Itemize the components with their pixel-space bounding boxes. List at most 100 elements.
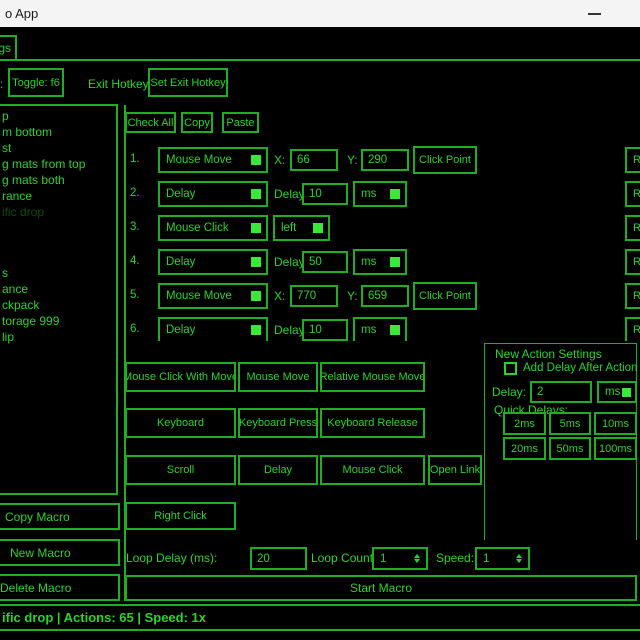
remove-action-button[interactable]: R: [625, 181, 640, 207]
status-bar-top-divider: [0, 604, 640, 606]
titlebar: o App: [0, 0, 640, 27]
loop-delay-label: Loop Delay (ms):: [126, 551, 217, 565]
add-scroll-button[interactable]: Scroll: [125, 455, 236, 485]
add-keyboard-release-button[interactable]: Keyboard Release: [320, 408, 425, 438]
set-exit-hotkey-button[interactable]: Set Exit Hotkey: [148, 68, 228, 97]
spinner-down-icon[interactable]: [516, 559, 522, 563]
spinner-down-icon[interactable]: [414, 559, 420, 563]
x-input[interactable]: 66: [290, 149, 338, 171]
delay-input[interactable]: 50: [302, 251, 348, 273]
delay-input[interactable]: 10: [302, 319, 348, 341]
action-type-dropdown[interactable]: Mouse Move: [158, 283, 268, 309]
tab-strip-divider: [0, 59, 640, 61]
action-number: 1.: [130, 153, 140, 165]
copy-button[interactable]: Copy: [181, 112, 213, 133]
dropdown-indicator-icon: [390, 189, 400, 199]
new-action-settings-title: New Action Settings: [495, 347, 602, 361]
action-type-dropdown[interactable]: Delay: [158, 181, 268, 207]
window-title: o App: [5, 6, 38, 21]
action-number: 6.: [130, 323, 140, 335]
action-number: 2.: [130, 187, 140, 199]
toggle-hotkey-button[interactable]: Toggle: f6: [8, 68, 64, 97]
action-row-3: 3. Mouse Click left R: [0, 215, 640, 241]
check-all-button[interactable]: Check All: [125, 112, 176, 133]
loop-count-stepper[interactable]: 1: [372, 547, 428, 570]
delay-label: Delay: [274, 323, 305, 337]
y-input[interactable]: 659: [361, 285, 409, 307]
delay-unit-dropdown[interactable]: ms: [353, 181, 407, 207]
spinner-up-icon[interactable]: [414, 554, 420, 558]
settings-delay-input[interactable]: 2: [530, 381, 592, 403]
add-delay-button[interactable]: Delay: [238, 455, 318, 485]
mouse-button-dropdown[interactable]: left: [273, 215, 330, 241]
quick-delay-10ms-button[interactable]: 10ms: [594, 412, 637, 435]
action-type-dropdown[interactable]: Mouse Move: [158, 147, 268, 173]
y-label: Y:: [347, 289, 358, 303]
action-type-dropdown[interactable]: Mouse Click: [158, 215, 268, 241]
add-mouse-move-button[interactable]: Mouse Move: [238, 362, 318, 392]
dropdown-indicator-icon: [251, 223, 261, 233]
remove-action-button[interactable]: R: [625, 147, 640, 173]
add-mouse-click-button[interactable]: Mouse Click: [320, 455, 425, 485]
delay-unit-dropdown[interactable]: ms: [353, 249, 407, 275]
action-type-dropdown[interactable]: Delay: [158, 249, 268, 275]
click-point-button[interactable]: Click Point: [413, 282, 477, 310]
remove-action-button[interactable]: R: [625, 283, 640, 309]
x-input[interactable]: 770: [290, 285, 338, 307]
quick-delay-5ms-button[interactable]: 5ms: [549, 412, 591, 435]
quick-delay-2ms-button[interactable]: 2ms: [503, 412, 546, 435]
action-row-2: 2. Delay Delay 10 ms R: [0, 181, 640, 207]
x-label: X:: [274, 289, 285, 303]
start-macro-button[interactable]: Start Macro: [125, 575, 637, 601]
speed-label: Speed:: [436, 551, 474, 565]
quick-delay-100ms-button[interactable]: 100ms: [594, 437, 637, 460]
spinner-up-icon[interactable]: [516, 554, 522, 558]
paste-button[interactable]: Paste: [222, 112, 259, 133]
loop-delay-input[interactable]: 20: [250, 547, 307, 570]
new-macro-button[interactable]: New Macro: [0, 539, 120, 566]
click-point-button[interactable]: Click Point: [413, 146, 477, 174]
remove-action-button[interactable]: R: [625, 215, 640, 241]
dropdown-indicator-icon: [251, 155, 261, 165]
delay-unit-dropdown[interactable]: ms: [353, 317, 407, 341]
exit-hotkey-label: Exit Hotkey:: [88, 77, 152, 91]
add-keyboard-button[interactable]: Keyboard: [125, 408, 236, 438]
action-type-dropdown[interactable]: Delay: [158, 317, 268, 341]
app-window: o App gs : Toggle: f6 Exit Hotkey: Set E…: [0, 0, 640, 640]
add-relative-mouse-move-button[interactable]: Relative Mouse Move: [320, 362, 425, 392]
add-delay-checkbox[interactable]: [504, 362, 517, 375]
macro-list-item[interactable]: m bottom: [2, 125, 52, 140]
quick-delay-50ms-button[interactable]: 50ms: [549, 437, 591, 460]
dropdown-indicator-icon: [251, 189, 261, 199]
add-keyboard-press-button[interactable]: Keyboard Press: [238, 408, 318, 438]
action-row-5: 5. Mouse Move X: 770 Y: 659 Click Point …: [0, 283, 640, 309]
copy-macro-button[interactable]: Copy Macro: [0, 503, 120, 530]
action-row-4: 4. Delay Delay 50 ms R: [0, 249, 640, 275]
status-bar-bottom-divider: [0, 629, 640, 631]
add-mouse-click-with-move-button[interactable]: Mouse Click With Move: [125, 362, 236, 392]
add-open-link-button[interactable]: Open Link: [428, 455, 482, 485]
action-row-1: 1. Mouse Move X: 66 Y: 290 Click Point R: [0, 147, 640, 173]
action-rows-list: 1. Mouse Move X: 66 Y: 290 Click Point R…: [0, 140, 640, 341]
delay-label: Delay: [274, 255, 305, 269]
minimize-button[interactable]: [588, 13, 601, 15]
speed-stepper[interactable]: 1: [475, 547, 530, 570]
quick-delay-20ms-button[interactable]: 20ms: [503, 437, 546, 460]
action-row-6: 6. Delay Delay 10 ms R: [0, 317, 640, 341]
delay-input[interactable]: 10: [302, 183, 348, 205]
x-label: X:: [274, 153, 285, 167]
remove-action-button[interactable]: R: [625, 249, 640, 275]
macro-list-item[interactable]: p: [2, 109, 9, 124]
tab-settings[interactable]: gs: [0, 35, 17, 61]
dropdown-indicator-icon: [251, 257, 261, 267]
dropdown-indicator-icon: [622, 388, 631, 397]
dropdown-indicator-icon: [390, 325, 400, 335]
action-number: 5.: [130, 289, 140, 301]
add-right-click-button[interactable]: Right Click: [125, 502, 236, 530]
settings-delay-unit-dropdown[interactable]: ms: [597, 381, 637, 403]
y-input[interactable]: 290: [361, 149, 409, 171]
hotkey-label-fragment: :: [0, 77, 3, 91]
delete-macro-button[interactable]: Delete Macro: [0, 574, 120, 601]
add-delay-checkbox-label: Add Delay After Action: [523, 362, 637, 374]
remove-action-button[interactable]: R: [625, 317, 640, 341]
